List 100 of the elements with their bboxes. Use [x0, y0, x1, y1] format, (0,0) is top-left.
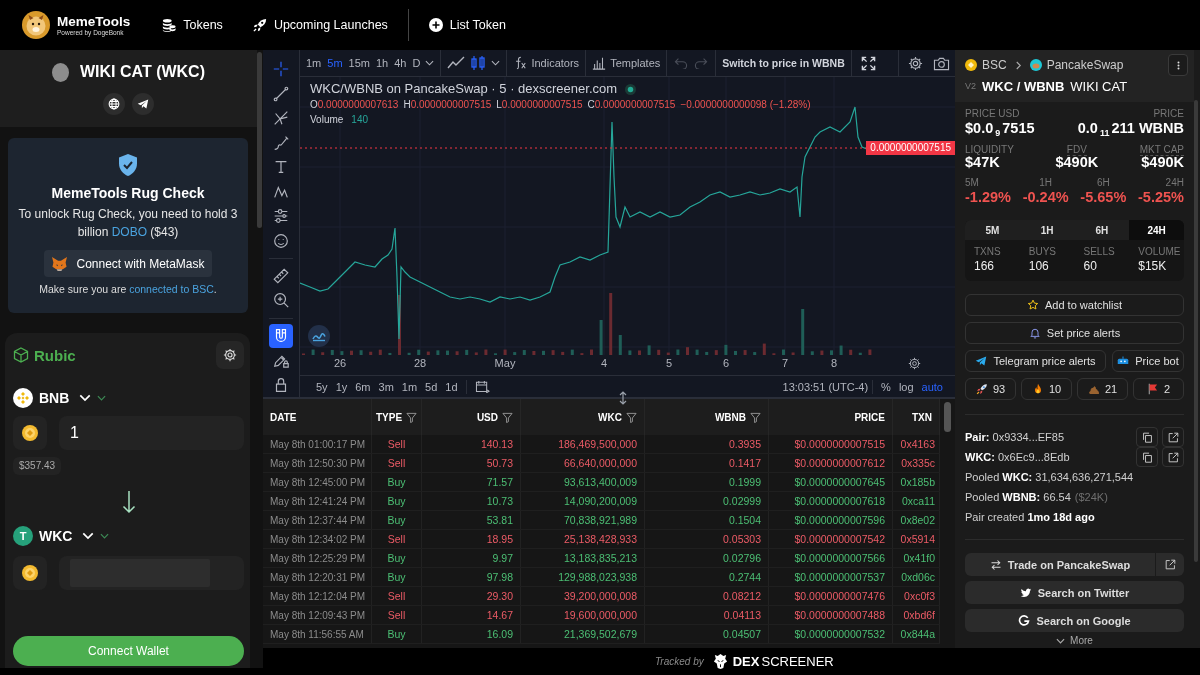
brand-name[interactable]: MemeTools — [57, 13, 131, 29]
fullscreen-icon[interactable] — [860, 55, 876, 71]
column-header[interactable]: WKC — [521, 399, 645, 435]
calendar-icon[interactable] — [474, 380, 490, 393]
nav-link[interactable]: List Token — [428, 18, 506, 32]
nav-link[interactable]: Upcoming Launches — [252, 18, 388, 32]
coin-button[interactable] — [13, 416, 47, 450]
filter-icon[interactable] — [750, 411, 761, 423]
filter-icon[interactable] — [626, 411, 637, 423]
caret-icon[interactable] — [425, 60, 435, 66]
filter-icon[interactable] — [406, 411, 418, 423]
open-link-button[interactable] — [1162, 447, 1184, 467]
copy-button[interactable] — [1136, 427, 1158, 447]
camera-icon[interactable] — [933, 55, 950, 71]
range-button[interactable]: 1m — [397, 380, 422, 393]
settings-button[interactable] — [216, 341, 244, 369]
scale-toggle[interactable]: % — [877, 380, 895, 393]
interval-button[interactable]: 1m — [303, 57, 325, 69]
coin-button[interactable] — [13, 556, 47, 590]
filter-icon[interactable] — [502, 411, 513, 423]
txn-link[interactable]: 0x335c — [893, 454, 940, 472]
logo-text[interactable]: SCREENER — [761, 654, 834, 669]
gear-icon[interactable] — [908, 357, 921, 370]
sliders-icon[interactable] — [272, 207, 290, 226]
open-link-button[interactable] — [1162, 427, 1184, 447]
txn-link[interactable]: 0xbd6f — [893, 606, 940, 624]
connect-metamask-button[interactable]: Connect with MetaMask — [44, 250, 212, 277]
scale-toggle[interactable]: log — [894, 380, 918, 393]
price-bot-button[interactable]: Price bot — [1112, 350, 1184, 372]
scrollbar-thumb[interactable] — [944, 402, 951, 432]
templates-button[interactable]: Templates — [590, 56, 663, 70]
token-link[interactable]: DOBO — [111, 225, 147, 239]
interval-button[interactable]: 4h — [391, 57, 410, 69]
column-header[interactable]: WBNB — [645, 399, 769, 435]
period-tab[interactable]: 24H — [1129, 220, 1184, 240]
reaction-button[interactable]: 2 — [1133, 378, 1184, 400]
network-link[interactable]: connected to BSC — [129, 283, 214, 295]
zoom-in-icon[interactable] — [272, 291, 290, 310]
wave-logo-icon[interactable] — [308, 325, 330, 347]
txn-link[interactable]: 0x8e02 — [893, 511, 940, 529]
txn-link[interactable]: 0x41f0 — [893, 549, 940, 567]
txn-link[interactable]: 0x5914 — [893, 530, 940, 548]
amount-input[interactable]: 1 — [59, 416, 244, 450]
head-logo-icon[interactable] — [712, 653, 728, 670]
switch-price-button[interactable]: Switch to price in WBNB — [720, 57, 847, 69]
smiley-icon[interactable] — [272, 231, 290, 250]
column-header[interactable]: DATE — [263, 399, 372, 435]
period-tab[interactable]: 6H — [1074, 220, 1130, 240]
column-header[interactable]: TXN — [893, 399, 940, 435]
watchlist-button[interactable]: Add to watchlist — [965, 294, 1184, 316]
open-link-button[interactable] — [1156, 553, 1184, 576]
telegram-button[interactable] — [132, 93, 154, 115]
resize-handle-icon[interactable] — [618, 391, 628, 405]
column-header[interactable]: USD — [422, 399, 521, 435]
interval-button[interactable]: 1h — [372, 57, 392, 69]
column-header[interactable]: TYPE — [372, 399, 422, 435]
search-button[interactable]: Search on Twitter — [965, 581, 1184, 604]
reaction-button[interactable]: 21 — [1077, 378, 1128, 400]
line-chart-icon[interactable] — [447, 56, 466, 70]
range-button[interactable]: 6m — [351, 380, 375, 393]
interval-button[interactable]: D — [409, 57, 424, 69]
gear-icon[interactable] — [908, 55, 923, 71]
nav-link[interactable]: Tokens — [162, 18, 223, 32]
column-header[interactable]: PRICE — [769, 399, 893, 435]
copy-button[interactable] — [1136, 447, 1158, 467]
period-tab[interactable]: 1H — [1019, 220, 1075, 240]
range-button[interactable]: 5y — [312, 380, 332, 393]
range-button[interactable]: 1d — [441, 380, 462, 393]
trade-button[interactable]: Trade on PancakeSwap — [965, 553, 1155, 576]
token-selector[interactable]: T WKC — [13, 526, 110, 546]
range-button[interactable]: 1y — [331, 380, 352, 393]
reaction-button[interactable]: 93 — [965, 378, 1016, 400]
indicators-button[interactable]: Indicators — [511, 56, 582, 70]
txn-link[interactable]: 0xca11 — [893, 492, 940, 510]
caret-icon[interactable] — [491, 60, 501, 66]
txn-link[interactable]: 0x4163 — [893, 435, 940, 453]
txn-link[interactable]: 0xc0f3 — [893, 587, 940, 605]
dog-logo-icon[interactable] — [22, 11, 50, 39]
website-button[interactable] — [103, 93, 125, 115]
token-selector[interactable]: BNB — [13, 388, 107, 408]
txn-link[interactable]: 0x844a — [893, 625, 940, 643]
menu-button[interactable] — [1168, 54, 1188, 76]
txn-link[interactable]: 0x185b — [893, 473, 940, 491]
interval-button[interactable]: 5m — [324, 57, 346, 69]
chain-link[interactable]: BSC — [982, 58, 1007, 72]
txn-link[interactable]: 0xd06c — [893, 568, 940, 586]
reaction-button[interactable]: 10 — [1021, 378, 1072, 400]
range-button[interactable]: 3m — [374, 380, 398, 393]
scrollbar-thumb[interactable] — [257, 52, 262, 228]
magnet-icon[interactable] — [269, 323, 293, 348]
ruler-icon[interactable] — [272, 266, 290, 285]
more-button[interactable]: More — [1056, 634, 1093, 647]
search-button[interactable]: Search on Google — [965, 609, 1184, 632]
interval-button[interactable]: 15m — [345, 57, 373, 69]
range-button[interactable]: 5d — [421, 380, 442, 393]
telegram-alerts-button[interactable]: Telegram price alerts — [965, 350, 1106, 372]
scale-toggle[interactable]: auto — [917, 380, 947, 393]
trend-line-icon[interactable] — [272, 84, 290, 103]
logo-text[interactable]: DEX — [732, 654, 760, 669]
period-tab[interactable]: 5M — [965, 220, 1020, 240]
